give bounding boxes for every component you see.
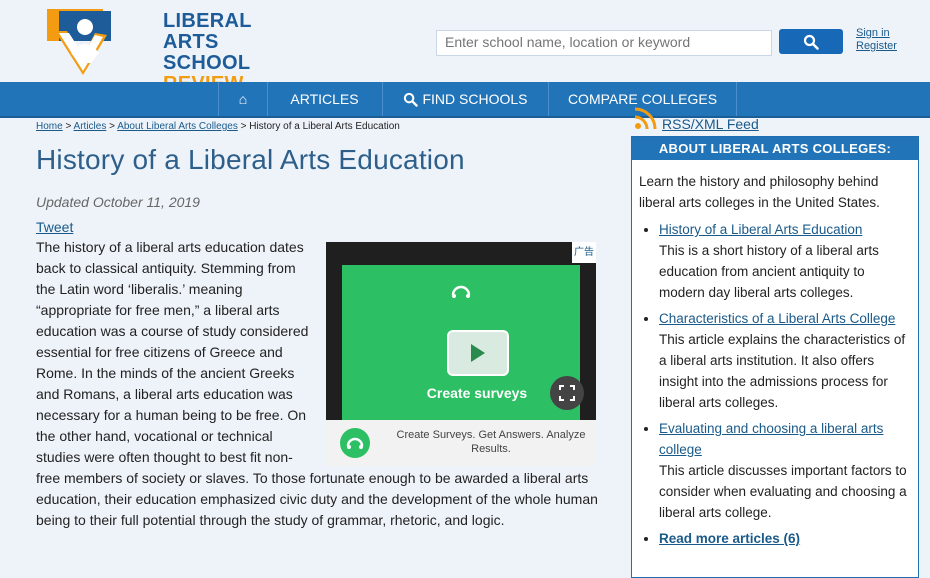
list-item: History of a Liberal Arts Education This… [659,219,918,303]
search-icon [404,92,419,107]
logo-emblem-icon [47,9,111,75]
sidebar-article-desc: This article discusses important factors… [659,463,907,520]
search-box [436,30,773,56]
ad-badge[interactable]: 广告 [572,242,596,263]
sign-in-link[interactable]: Sign in [856,27,897,40]
sidebar: ABOUT LIBERAL ARTS COLLEGES: Learn the h… [631,136,919,578]
ad-video-area: Create surveys 广告 [326,242,596,420]
search-input[interactable] [437,31,773,53]
breadcrumb-home[interactable]: Home [36,121,63,132]
logo-line-2: SCHOOL [163,52,251,74]
auth-links: Sign in Register [856,27,897,53]
nav-articles[interactable]: ARTICLES [267,82,383,116]
survey-logo-icon [451,285,471,298]
rss-feed-link[interactable]: RSS/XML Feed [662,116,759,132]
sidebar-article-desc: This article explains the characteristic… [659,332,906,410]
sidebar-article-link[interactable]: Evaluating and choosing a liberal arts c… [659,421,883,457]
nav-find-schools-label: FIND SCHOOLS [422,91,528,107]
sidebar-article-link[interactable]: History of a Liberal Arts Education [659,222,862,237]
tweet-link[interactable]: Tweet [36,219,73,235]
article-body: Create surveys 广告 Create Surveys. Get An… [36,237,626,531]
site-header: LIBERAL ARTS SCHOOL REVIEW Sign in Regis… [0,0,930,95]
breadcrumb-separator: > [109,121,115,132]
page-title: History of a Liberal Arts Education [36,144,465,175]
breadcrumb-separator: > [240,121,247,132]
logo-line-1: LIBERAL ARTS [163,10,252,53]
nav-home[interactable]: ⌂ [218,82,268,116]
nav-find-schools[interactable]: FIND SCHOOLS [383,82,549,116]
advertisement[interactable]: Create surveys 广告 Create Surveys. Get An… [326,242,596,466]
breadcrumb-separator: > [65,121,72,132]
sidebar-article-link[interactable]: Characteristics of a Liberal Arts Colleg… [659,311,895,326]
list-item: Evaluating and choosing a liberal arts c… [659,418,918,523]
home-icon: ⌂ [238,91,248,107]
survey-logo-icon [340,428,370,458]
list-item: Read more articles (6) [659,528,918,549]
sidebar-article-desc: This is a short history of a liberal art… [659,243,879,300]
nav-articles-label: ARTICLES [290,91,359,107]
rss-icon[interactable] [634,106,658,130]
read-more-link[interactable]: Read more articles (6) [659,531,800,546]
updated-date: Updated October 11, 2019 [36,194,200,210]
search-button[interactable] [779,29,843,54]
sidebar-article-list: History of a Liberal Arts Education This… [632,219,918,549]
breadcrumb-current: History of a Liberal Arts Education [249,121,400,132]
ad-banner: Create surveys [342,265,580,420]
list-item: Characteristics of a Liberal Arts Colleg… [659,308,918,413]
play-icon[interactable] [447,330,509,376]
breadcrumb-articles[interactable]: Articles [74,121,107,132]
sidebar-intro: Learn the history and philosophy behind … [639,174,880,210]
expand-icon[interactable] [550,376,584,410]
search-icon [803,34,819,50]
site-logo[interactable]: LIBERAL ARTS SCHOOL REVIEW [45,5,285,95]
ad-text: Create Surveys. Get Answers. Analyze Res… [396,429,586,455]
ad-footer: Create Surveys. Get Answers. Analyze Res… [326,420,596,466]
main-nav: ⌂ ARTICLES FIND SCHOOLS COMPARE COLLEGES [0,82,930,118]
breadcrumb: Home > Articles > About Liberal Arts Col… [36,121,400,132]
breadcrumb-about[interactable]: About Liberal Arts Colleges [117,121,238,132]
nav-compare-colleges-label: COMPARE COLLEGES [567,91,718,107]
sidebar-heading: ABOUT LIBERAL ARTS COLLEGES: [632,137,918,160]
register-link[interactable]: Register [856,40,897,53]
